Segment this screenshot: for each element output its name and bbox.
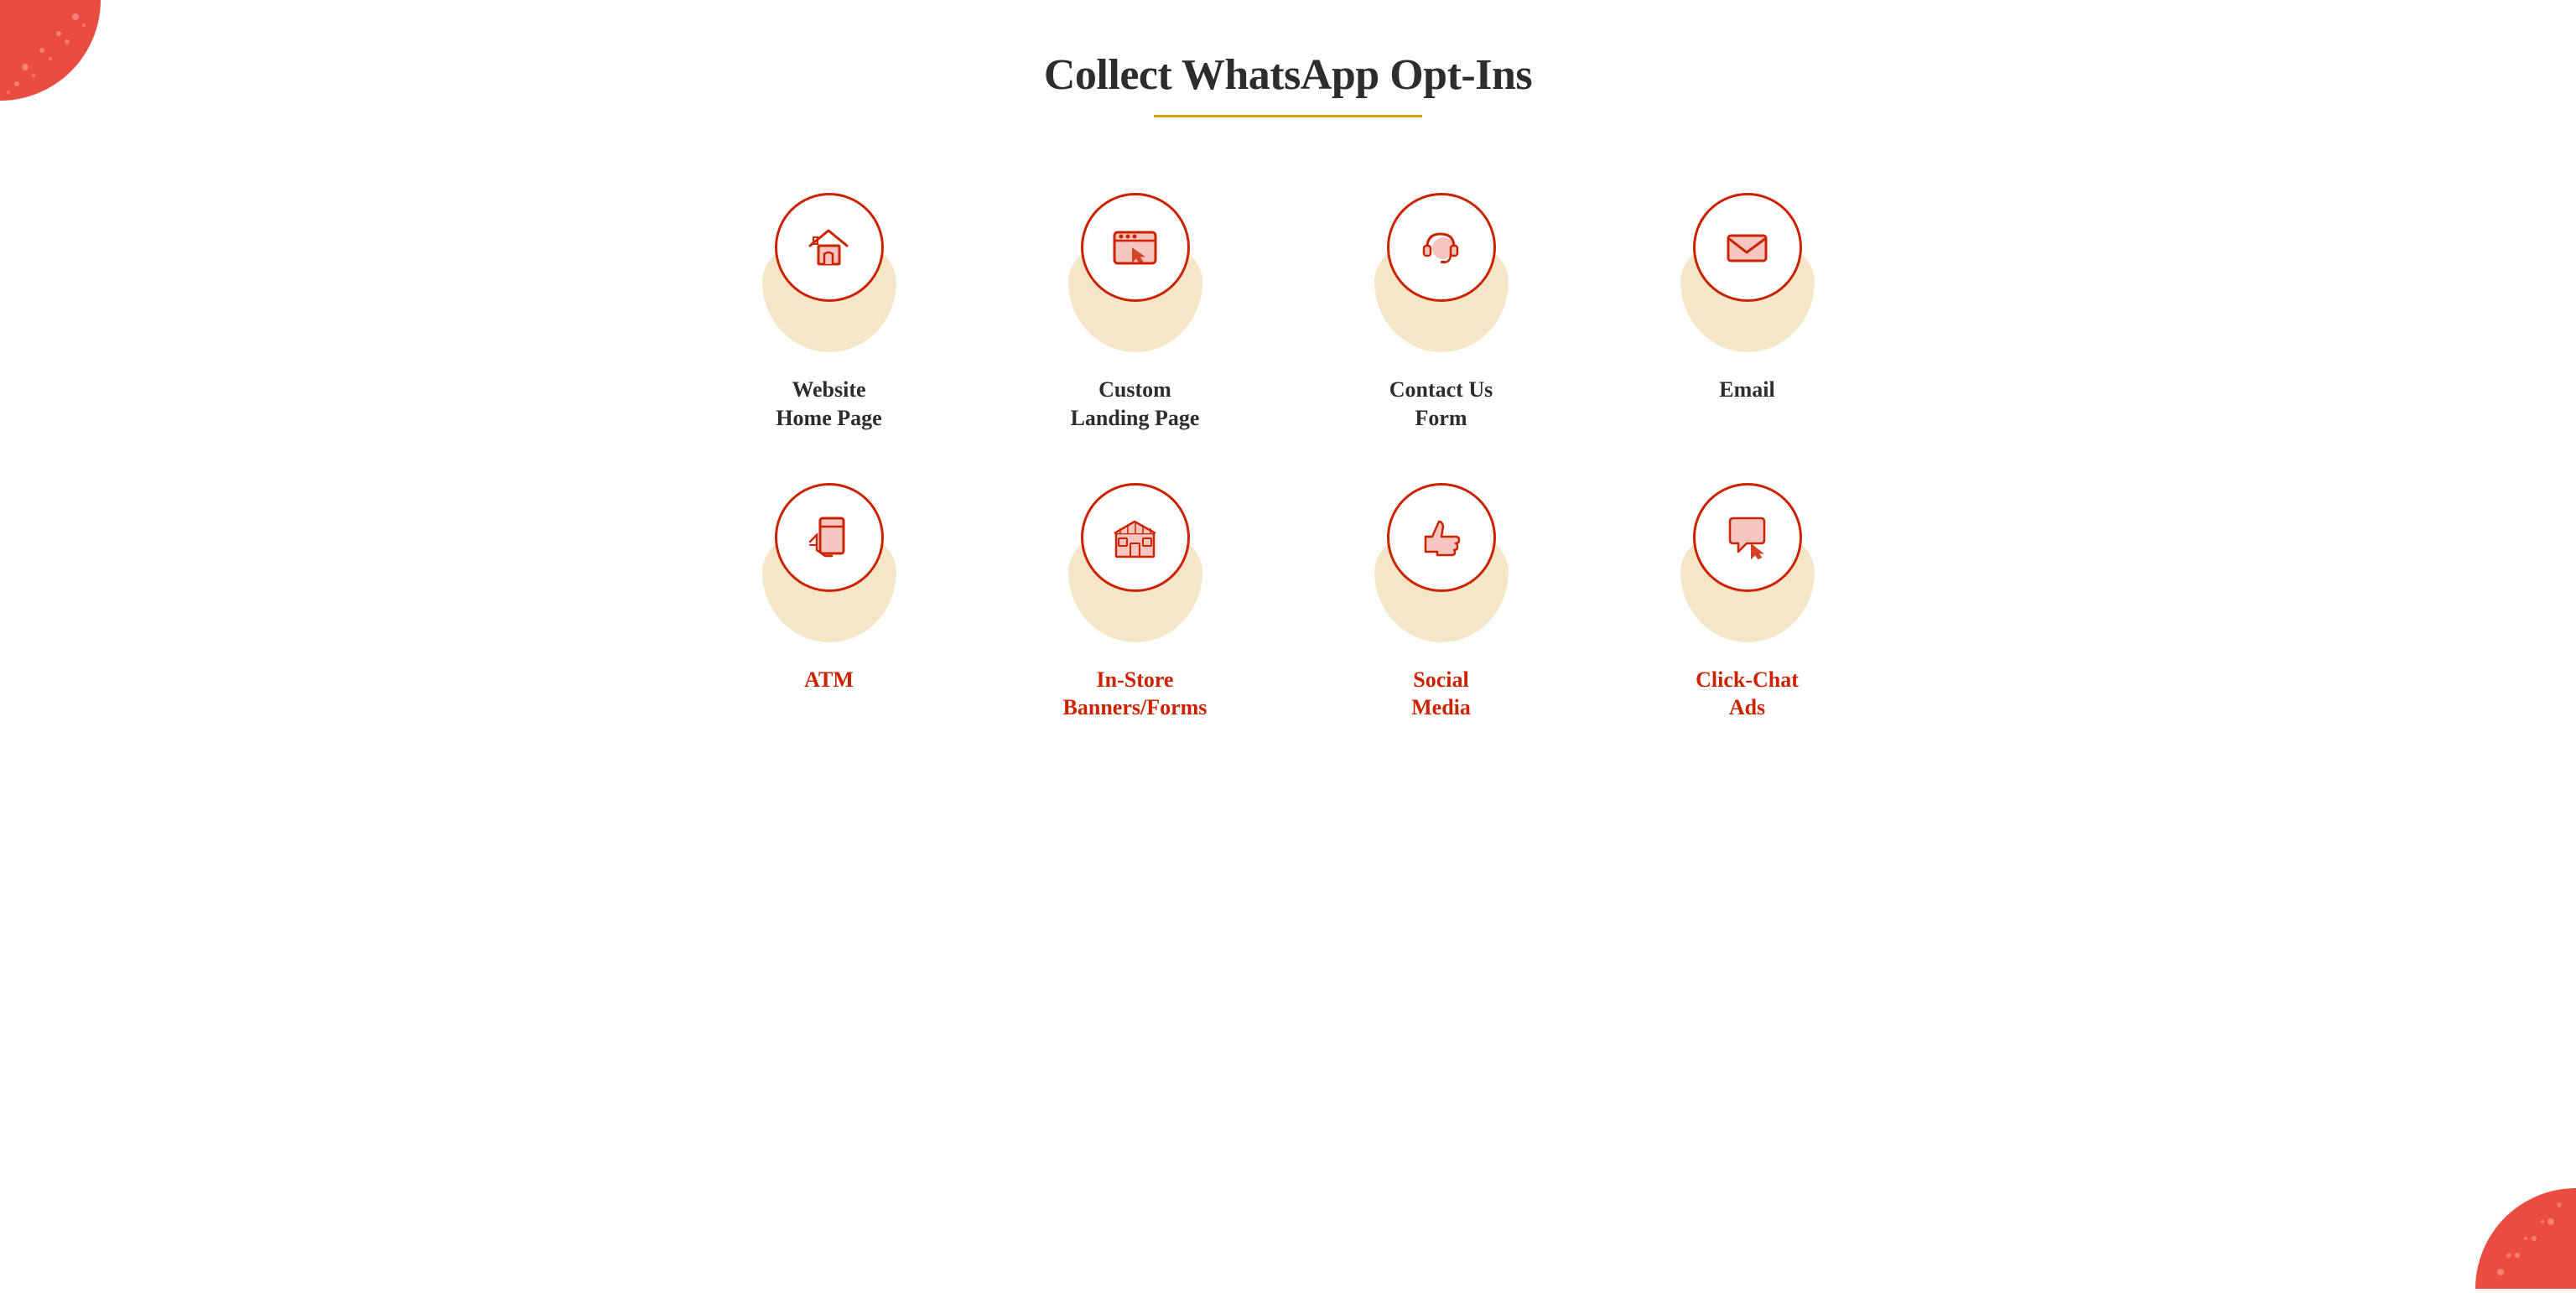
- corner-top-left-decoration: [0, 0, 109, 109]
- headset-icon: [1414, 221, 1468, 275]
- title-section: Collect WhatsApp Opt-Ins: [1044, 50, 1532, 117]
- card-label-store: In-StoreBanners/Forms: [1063, 666, 1208, 723]
- card-website-home-page: WebsiteHome Page: [701, 184, 957, 433]
- card-atm: ATM: [701, 475, 957, 723]
- card-label-social: SocialMedia: [1411, 666, 1471, 723]
- atm-icon: [802, 510, 856, 564]
- card-in-store: In-StoreBanners/Forms: [1007, 475, 1263, 723]
- icon-blob-chat: [1664, 475, 1831, 642]
- title-underline: [1154, 115, 1422, 117]
- cards-grid: WebsiteHome Page: [701, 184, 1875, 722]
- main-title: Collect WhatsApp Opt-Ins: [1044, 50, 1532, 100]
- icon-circle-landing: [1081, 193, 1190, 302]
- icon-circle-store: [1081, 483, 1190, 592]
- card-label-chat: Click-ChatAds: [1696, 666, 1799, 723]
- card-label-atm: ATM: [804, 666, 854, 694]
- icon-circle-contact: [1387, 193, 1496, 302]
- icon-blob-atm: [745, 475, 913, 642]
- card-contact-us-form: Contact UsForm: [1313, 184, 1569, 433]
- icon-circle-chat: [1693, 483, 1802, 592]
- thumbs-up-icon: [1414, 510, 1468, 564]
- card-social-media: SocialMedia: [1313, 475, 1569, 723]
- card-click-chat-ads: Click-ChatAds: [1619, 475, 1875, 723]
- card-custom-landing-page: CustomLanding Page: [1007, 184, 1263, 433]
- icon-blob-website: [745, 184, 913, 352]
- icon-circle-website: [775, 193, 884, 302]
- icon-blob-social: [1358, 475, 1525, 642]
- card-label-contact: Contact UsForm: [1389, 376, 1493, 433]
- icon-blob-store: [1052, 475, 1219, 642]
- chat-cursor-icon: [1720, 510, 1774, 564]
- page-wrapper: Collect WhatsApp Opt-Ins WebsiteHome Pag…: [0, 0, 2576, 1289]
- icon-blob-contact: [1358, 184, 1525, 352]
- card-email: Email: [1619, 184, 1875, 433]
- email-icon: [1720, 221, 1774, 275]
- card-label-email: Email: [1719, 376, 1774, 404]
- icon-circle-atm: [775, 483, 884, 592]
- house-icon: [802, 221, 856, 275]
- icon-blob-email: [1664, 184, 1831, 352]
- corner-bottom-right-decoration: [2467, 1180, 2576, 1289]
- icon-circle-social: [1387, 483, 1496, 592]
- icon-circle-email: [1693, 193, 1802, 302]
- card-label-website: WebsiteHome Page: [776, 376, 881, 433]
- icon-blob-landing: [1052, 184, 1219, 352]
- card-label-landing: CustomLanding Page: [1071, 376, 1200, 433]
- store-icon: [1108, 510, 1162, 564]
- browser-icon: [1108, 221, 1162, 275]
